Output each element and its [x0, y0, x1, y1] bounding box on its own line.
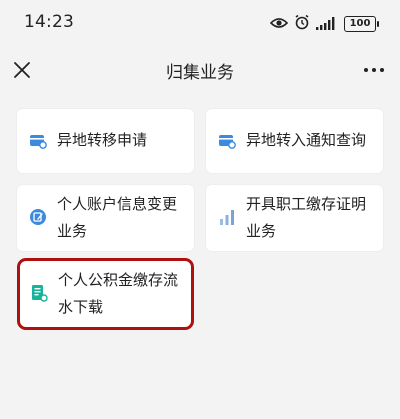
status-bar: 14:23 100 [0, 0, 400, 46]
eye-icon [269, 15, 289, 34]
statement-icon [30, 284, 48, 302]
status-time: 14:23 [24, 12, 74, 32]
more-icon[interactable] [362, 58, 386, 82]
page-title: 归集业务 [166, 63, 234, 83]
status-icons: 100 [269, 14, 379, 34]
card-employee-deposit-cert[interactable]: 开具职工缴存证明业务 [206, 185, 383, 251]
card-label: 异地转入通知查询 [246, 131, 367, 149]
card-doc-icon [218, 132, 236, 150]
card-doc-icon [29, 132, 47, 150]
signal-icon [316, 15, 338, 34]
card-label: 个人公积金缴存流水下载 [58, 271, 179, 316]
card-remote-transfer-out[interactable]: 异地转移申请 [17, 109, 194, 173]
nav-bar: 归集业务 [0, 46, 400, 94]
alarm-icon [294, 14, 310, 34]
card-label: 开具职工缴存证明业务 [246, 195, 367, 240]
card-label: 个人账户信息变更业务 [57, 195, 178, 240]
card-fund-flow-download[interactable]: 个人公积金缴存流水下载 [17, 258, 194, 330]
bar-chart-icon [218, 208, 236, 226]
card-account-info-change[interactable]: 个人账户信息变更业务 [17, 185, 194, 251]
edit-icon [29, 208, 47, 226]
battery-icon: 100 [344, 16, 379, 32]
card-label: 异地转移申请 [57, 131, 148, 149]
card-remote-transfer-in-query[interactable]: 异地转入通知查询 [206, 109, 383, 173]
